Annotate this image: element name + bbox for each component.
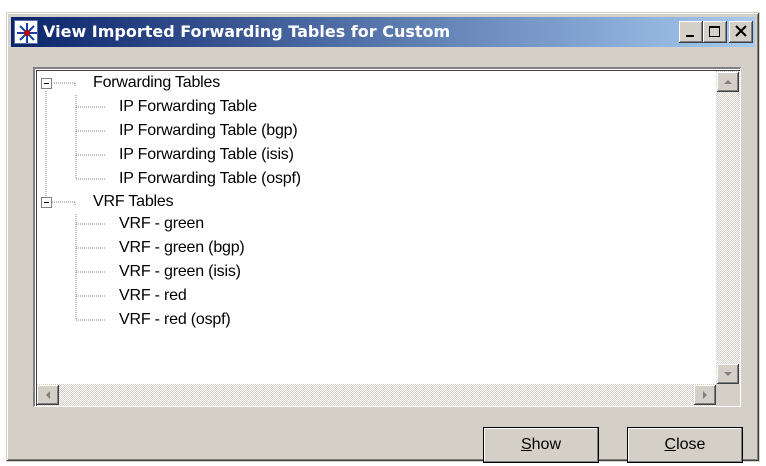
minus-box-icon[interactable] (41, 78, 52, 89)
arrow-down-icon (724, 372, 732, 376)
tree-item[interactable]: VRF - green (119, 214, 204, 234)
scrollbar-corner (716, 384, 740, 406)
show-label: how (531, 436, 562, 453)
tree-item[interactable]: IP Forwarding Table (bgp) (119, 121, 298, 141)
tree-item[interactable]: IP Forwarding Table (ospf) (119, 169, 301, 189)
arrow-left-icon (46, 391, 50, 399)
tree-item[interactable]: VRF - red (ospf) (119, 310, 231, 330)
maximize-icon (709, 26, 720, 37)
title-bar[interactable]: View Imported Forwarding Tables for Cust… (11, 17, 755, 47)
scroll-up-button[interactable] (717, 72, 739, 92)
close-dialog-button[interactable]: Close (627, 427, 743, 463)
show-accel: S (520, 436, 532, 453)
horizontal-scrollbar[interactable] (37, 384, 716, 406)
tree-item[interactable]: VRF - green (bgp) (119, 238, 245, 258)
window-title: View Imported Forwarding Tables for Cust… (43, 22, 451, 41)
maximize-button[interactable] (703, 21, 727, 43)
arrow-right-icon (703, 391, 707, 399)
tree-item[interactable]: VRF - green (isis) (119, 262, 241, 282)
show-button[interactable]: Show (483, 427, 599, 463)
scroll-right-button[interactable] (694, 385, 716, 405)
tree-content: Forwarding Tables IP Forwarding Table IP… (36, 70, 740, 406)
minimize-icon (686, 35, 694, 37)
dialog-window: View Imported Forwarding Tables for Cust… (6, 12, 760, 463)
tree-view[interactable]: Forwarding Tables IP Forwarding Table IP… (33, 67, 741, 407)
close-accel: C (664, 436, 677, 453)
tree-group-label[interactable]: VRF Tables (93, 192, 174, 212)
arrow-up-icon (724, 80, 732, 84)
star-icon (14, 20, 38, 44)
tree-item[interactable]: IP Forwarding Table (isis) (119, 145, 294, 165)
close-button[interactable] (729, 21, 753, 43)
vertical-scrollbar[interactable] (716, 71, 740, 384)
tree-group-label[interactable]: Forwarding Tables (93, 73, 220, 93)
close-label: lose (676, 436, 706, 453)
close-icon (735, 25, 747, 37)
tree-item[interactable]: VRF - red (119, 286, 187, 306)
scroll-left-button[interactable] (37, 385, 59, 405)
minimize-button[interactable] (679, 21, 703, 43)
minus-box-icon[interactable] (41, 197, 52, 208)
scroll-down-button[interactable] (717, 364, 739, 384)
tree-item[interactable]: IP Forwarding Table (119, 97, 257, 117)
